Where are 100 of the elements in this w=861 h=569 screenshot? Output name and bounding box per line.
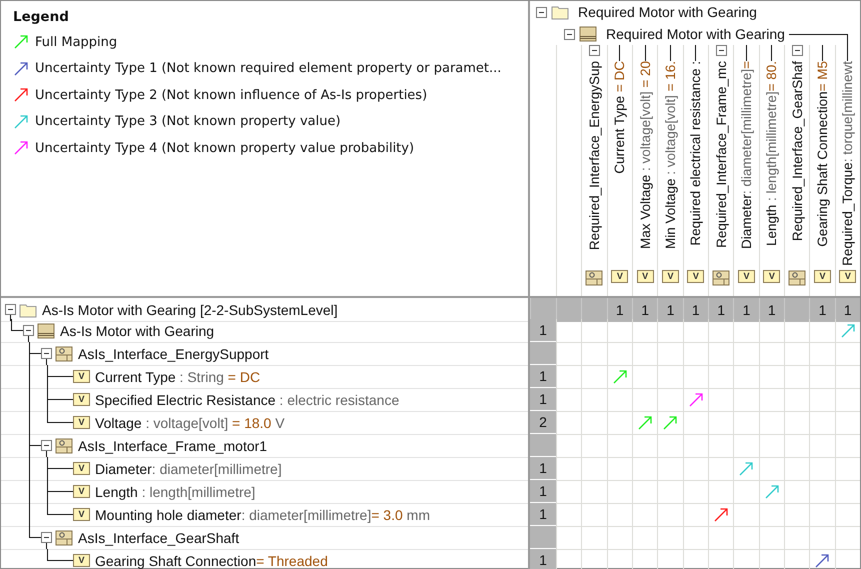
matrix-cell[interactable] [758, 526, 784, 550]
matrix-cell[interactable] [758, 411, 784, 435]
matrix-cell[interactable] [708, 457, 734, 481]
matrix-cell[interactable] [708, 388, 734, 412]
collapse-icon[interactable] [564, 28, 575, 40]
matrix-cell[interactable] [834, 480, 860, 504]
column-header[interactable]: Max Voltage : voltage[volt] = 20 V [632, 45, 658, 296]
matrix-cell[interactable] [784, 457, 810, 481]
matrix-cell[interactable] [632, 319, 658, 343]
matrix-cell[interactable] [657, 503, 683, 527]
matrix-cell[interactable] [758, 319, 784, 343]
matrix-cell[interactable] [708, 365, 734, 389]
matrix-cell[interactable] [809, 503, 835, 527]
matrix-cell[interactable] [809, 388, 835, 412]
collapse-icon[interactable] [588, 45, 600, 56]
matrix-cell[interactable] [682, 434, 708, 458]
matrix-cell[interactable] [606, 365, 632, 389]
matrix-cell[interactable] [581, 342, 607, 366]
matrix-cell[interactable] [657, 434, 683, 458]
matrix-cell[interactable] [784, 526, 810, 550]
matrix-cell[interactable] [632, 457, 658, 481]
matrix-cell[interactable] [758, 480, 784, 504]
matrix-cell[interactable] [733, 526, 759, 550]
matrix-cell[interactable] [657, 480, 683, 504]
matrix-cell[interactable] [657, 365, 683, 389]
matrix-cell[interactable] [682, 503, 708, 527]
matrix-cell[interactable] [632, 503, 658, 527]
matrix-cell[interactable] [581, 411, 607, 435]
matrix-cell[interactable] [556, 411, 582, 435]
matrix-cell[interactable] [834, 365, 860, 389]
matrix-cell[interactable] [809, 411, 835, 435]
matrix-cell[interactable] [682, 457, 708, 481]
matrix-cell[interactable] [834, 434, 860, 458]
matrix-cell[interactable] [581, 365, 607, 389]
matrix-cell[interactable] [581, 319, 607, 343]
matrix-cell[interactable] [758, 434, 784, 458]
matrix-cell[interactable] [733, 457, 759, 481]
matrix-cell[interactable] [733, 480, 759, 504]
matrix-cell[interactable] [556, 388, 582, 412]
collapse-icon[interactable] [41, 532, 52, 543]
matrix-cell[interactable] [682, 319, 708, 343]
matrix-cell[interactable] [556, 503, 582, 527]
matrix-cell[interactable] [606, 434, 632, 458]
matrix-cell[interactable] [657, 319, 683, 343]
matrix-cell[interactable] [581, 503, 607, 527]
matrix-cell[interactable] [632, 411, 658, 435]
matrix-cell[interactable] [632, 388, 658, 412]
matrix-cell[interactable] [682, 526, 708, 550]
column-header[interactable]: Min Voltage : voltage[volt] = 16. V [657, 45, 683, 296]
matrix-cell[interactable] [784, 388, 810, 412]
matrix-cell[interactable] [556, 434, 582, 458]
matrix-cell[interactable] [682, 365, 708, 389]
matrix-cell[interactable] [784, 480, 810, 504]
matrix-cell[interactable] [834, 526, 860, 550]
matrix-cell[interactable] [758, 388, 784, 412]
collapse-icon[interactable] [792, 45, 803, 56]
collapse-icon[interactable] [41, 440, 52, 451]
matrix-cell[interactable] [834, 411, 860, 435]
matrix-cell[interactable] [632, 365, 658, 389]
matrix-cell[interactable] [834, 457, 860, 481]
matrix-cell[interactable] [733, 411, 759, 435]
matrix-cell[interactable] [708, 319, 734, 343]
column-header[interactable]: Required_Torque: torque[millinewt V [834, 45, 860, 296]
column-header[interactable]: Required electrical resistance : V [682, 45, 708, 296]
matrix-cell[interactable] [809, 342, 835, 366]
matrix-cell[interactable] [682, 411, 708, 435]
collapse-icon[interactable] [716, 45, 727, 56]
matrix-cell[interactable] [632, 434, 658, 458]
matrix-cell[interactable] [733, 365, 759, 389]
column-header[interactable]: Diameter: diameter[millimetre]= V [733, 45, 759, 296]
matrix-cell[interactable] [657, 388, 683, 412]
matrix-cell[interactable] [708, 411, 734, 435]
matrix-cell[interactable] [606, 526, 632, 550]
matrix-cell[interactable] [784, 365, 810, 389]
matrix-cell[interactable] [606, 319, 632, 343]
matrix-cell[interactable] [834, 342, 860, 366]
matrix-cell[interactable] [606, 411, 632, 435]
matrix-cell[interactable] [784, 342, 810, 366]
matrix-cell[interactable] [556, 365, 582, 389]
matrix-cell[interactable] [784, 319, 810, 343]
matrix-cell[interactable] [733, 388, 759, 412]
matrix-cell[interactable] [809, 480, 835, 504]
column-header[interactable]: Length : length[millimetre]= 80. V [758, 45, 784, 296]
matrix-cell[interactable] [758, 457, 784, 481]
matrix-cell[interactable] [581, 457, 607, 481]
matrix-cell[interactable] [606, 457, 632, 481]
matrix-cell[interactable] [606, 503, 632, 527]
matrix-cell[interactable] [632, 342, 658, 366]
matrix-cell[interactable] [809, 457, 835, 481]
column-header[interactable]: Current Type = DC V [606, 45, 632, 296]
matrix-cell[interactable] [708, 434, 734, 458]
matrix-cell[interactable] [834, 319, 860, 343]
matrix-cell[interactable] [834, 388, 860, 412]
collapse-icon[interactable] [5, 304, 16, 315]
matrix-cell[interactable] [809, 319, 835, 343]
collapse-icon[interactable] [536, 6, 547, 18]
matrix-cell[interactable] [581, 526, 607, 550]
matrix-cell[interactable] [733, 342, 759, 366]
matrix-cell[interactable] [581, 480, 607, 504]
matrix-cell[interactable] [581, 434, 607, 458]
